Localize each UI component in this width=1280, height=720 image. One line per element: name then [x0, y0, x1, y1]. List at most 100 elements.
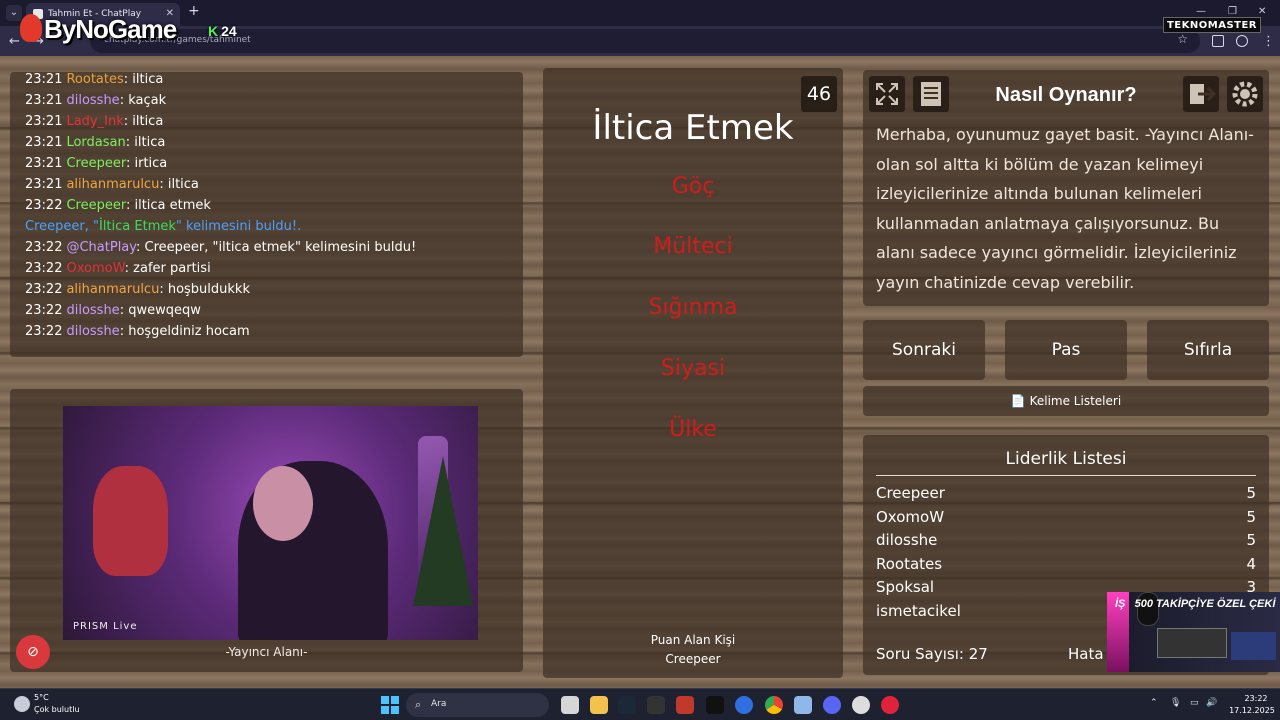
exit-button[interactable] [1183, 76, 1219, 112]
close-window-icon[interactable]: ✕ [1258, 6, 1266, 17]
network-app-icon[interactable] [794, 696, 812, 714]
volume-icon[interactable]: 🔊 [1206, 698, 1217, 708]
reading-list-icon[interactable] [1212, 35, 1224, 47]
display-icon[interactable]: ▭ [1190, 698, 1199, 708]
notes-button[interactable] [913, 76, 949, 112]
kick-viewer-badge: K 24 [204, 23, 241, 41]
chat-username[interactable]: dilosshe [66, 324, 119, 339]
youtube-icon[interactable] [881, 696, 899, 714]
system-message-suffix: " kelimesini buldu!. [175, 219, 302, 234]
epic-games-icon[interactable] [647, 696, 665, 714]
timer-counter: 46 [801, 76, 837, 112]
game-page: 23:21 Rootates: iltica 23:21 dilosshe: kaça… [0, 56, 1280, 688]
clock-date[interactable]: 17.12.2025 [1226, 706, 1278, 715]
forbidden-word: Göç [671, 174, 715, 199]
search-placeholder: Ara [431, 699, 447, 709]
taskbar-search[interactable]: ⌕ Ara [406, 693, 549, 717]
leaderboard-title: Liderlik Listesi [876, 449, 1256, 476]
chat-timestamp: 23:21 [25, 135, 63, 150]
antivirus-icon[interactable] [676, 696, 694, 714]
steam-icon[interactable] [618, 696, 636, 714]
new-tab-button[interactable]: + [188, 3, 200, 19]
how-to-play-title: Nasıl Oynanır? [995, 84, 1137, 106]
clock-time[interactable]: 23:22 [1236, 694, 1276, 703]
system-message-prefix: Creepeer, " [25, 219, 99, 234]
chat-text: : qwewqeqw [119, 303, 201, 318]
chat-text: : hoşbuldukkk [159, 282, 250, 297]
settings-button[interactable] [1227, 76, 1263, 112]
pass-button[interactable]: Pas [1005, 320, 1127, 380]
chat-username[interactable]: Lady_Ink [66, 114, 123, 129]
weather-cloud-icon[interactable] [14, 696, 30, 712]
chat-timestamp: 23:22 [25, 198, 63, 213]
microphone-icon[interactable]: 🎙 [1170, 698, 1181, 708]
chat-text: : hoşgeldiniz hocam [119, 324, 250, 339]
chat-timestamp: 23:22 [25, 303, 63, 318]
chat-username[interactable]: OxomoW [66, 261, 124, 276]
leaderboard-row: Rootates 4 [876, 555, 1256, 573]
teknomaster-logo: TEKNOMASTER [1163, 17, 1261, 33]
app-icon[interactable] [735, 696, 753, 714]
chat-username[interactable]: Creepeer [66, 198, 126, 213]
scorer-name: Creepeer [665, 652, 721, 666]
file-explorer-icon[interactable] [590, 696, 608, 714]
reset-button[interactable]: Sıfırla [1147, 320, 1269, 380]
profile-icon[interactable] [1236, 35, 1248, 47]
windows-taskbar: 5°C Çok bulutlu ⌕ Ara ⌃ 🎙 ▭ 🔊 23:22 17.1… [0, 688, 1280, 720]
chat-message: 23:21 Lordasan: iltica [25, 135, 165, 150]
chat-username[interactable]: Creepeer [66, 156, 126, 171]
menu-dots-icon[interactable]: ⋮ [1262, 34, 1275, 49]
weather-temperature: 5°C [34, 693, 49, 702]
chat-timestamp: 23:21 [25, 93, 63, 108]
kick-logo-icon: K [208, 23, 219, 39]
browser-toolbar: ← → chatplay.com.tr/games/tahminet ☆ ⋮ [0, 26, 1280, 56]
minimize-icon[interactable]: — [1196, 6, 1206, 17]
chat-username[interactable]: @ChatPlay [66, 240, 136, 255]
start-button[interactable] [381, 696, 399, 714]
christmas-tree-shape [413, 456, 473, 606]
promo-text: 500 TAKİPÇİYE ÖZEL ÇEKİ [1134, 598, 1276, 610]
next-button[interactable]: Sonraki [863, 320, 985, 380]
chat-timestamp: 23:22 [25, 240, 63, 255]
chat-timestamp: 23:21 [25, 177, 63, 192]
chat-username[interactable]: dilosshe [66, 93, 119, 108]
windows-logo-icon [381, 696, 389, 704]
chat-username[interactable]: dilosshe [66, 303, 119, 318]
promo-prefix: İŞ [1115, 598, 1126, 610]
fullscreen-icon [876, 83, 898, 105]
maximize-icon[interactable]: ❐ [1228, 6, 1237, 17]
chat-username[interactable]: alihanmarulcu [66, 177, 159, 192]
chat-username[interactable]: alihanmarulcu [66, 282, 159, 297]
record-indicator-button[interactable]: ⊘ [16, 635, 50, 669]
discord-icon[interactable] [823, 696, 841, 714]
target-word: İltica Etmek [592, 108, 794, 148]
document-icon [921, 82, 941, 106]
prism-live-watermark: PRISM Live [73, 621, 138, 632]
teddy-bear-shape [93, 466, 168, 576]
leaderboard-score: 5 [1246, 531, 1256, 550]
chat-text: : iltica etmek [125, 198, 211, 213]
premiere-icon[interactable] [706, 696, 724, 714]
chat-username[interactable]: Lordasan [66, 135, 125, 150]
fullscreen-button[interactable] [869, 76, 905, 112]
kick-count: 24 [221, 23, 237, 39]
chat-message: 23:21 Creepeer: irtica [25, 156, 167, 171]
word-lists-button[interactable]: 📄 Kelime Listeleri [863, 386, 1269, 416]
tray-chevron-icon[interactable]: ⌃ [1150, 698, 1158, 708]
chrome-icon[interactable] [765, 696, 783, 714]
back-icon[interactable]: ← [9, 34, 20, 49]
mousepad-shape [1231, 632, 1276, 660]
obs-icon[interactable] [852, 696, 870, 714]
task-view-icon[interactable] [561, 696, 579, 714]
leaderboard-name: Spoksal [876, 578, 935, 597]
chat-username[interactable]: Rootates [66, 72, 123, 87]
leaderboard-row: dilosshe 5 [876, 531, 1256, 549]
chat-message: 23:22 dilosshe: hoşgeldiniz hocam [25, 324, 250, 339]
address-bar[interactable]: chatplay.com.tr/games/tahminet ☆ [90, 29, 1200, 53]
chat-message: 23:22 Creepeer: iltica etmek [25, 198, 211, 213]
chat-timestamp: 23:21 [25, 156, 63, 171]
bookmark-star-icon[interactable]: ☆ [1177, 32, 1188, 46]
tab-strip: ⌄ Tahmin Et - ChatPlay ✕ + — ❐ ✕ [0, 0, 1280, 26]
leaderboard-name: ismetacikel [876, 602, 961, 620]
chat-system-message: Creepeer, "İltica Etmek" kelimesini buld… [25, 219, 301, 234]
